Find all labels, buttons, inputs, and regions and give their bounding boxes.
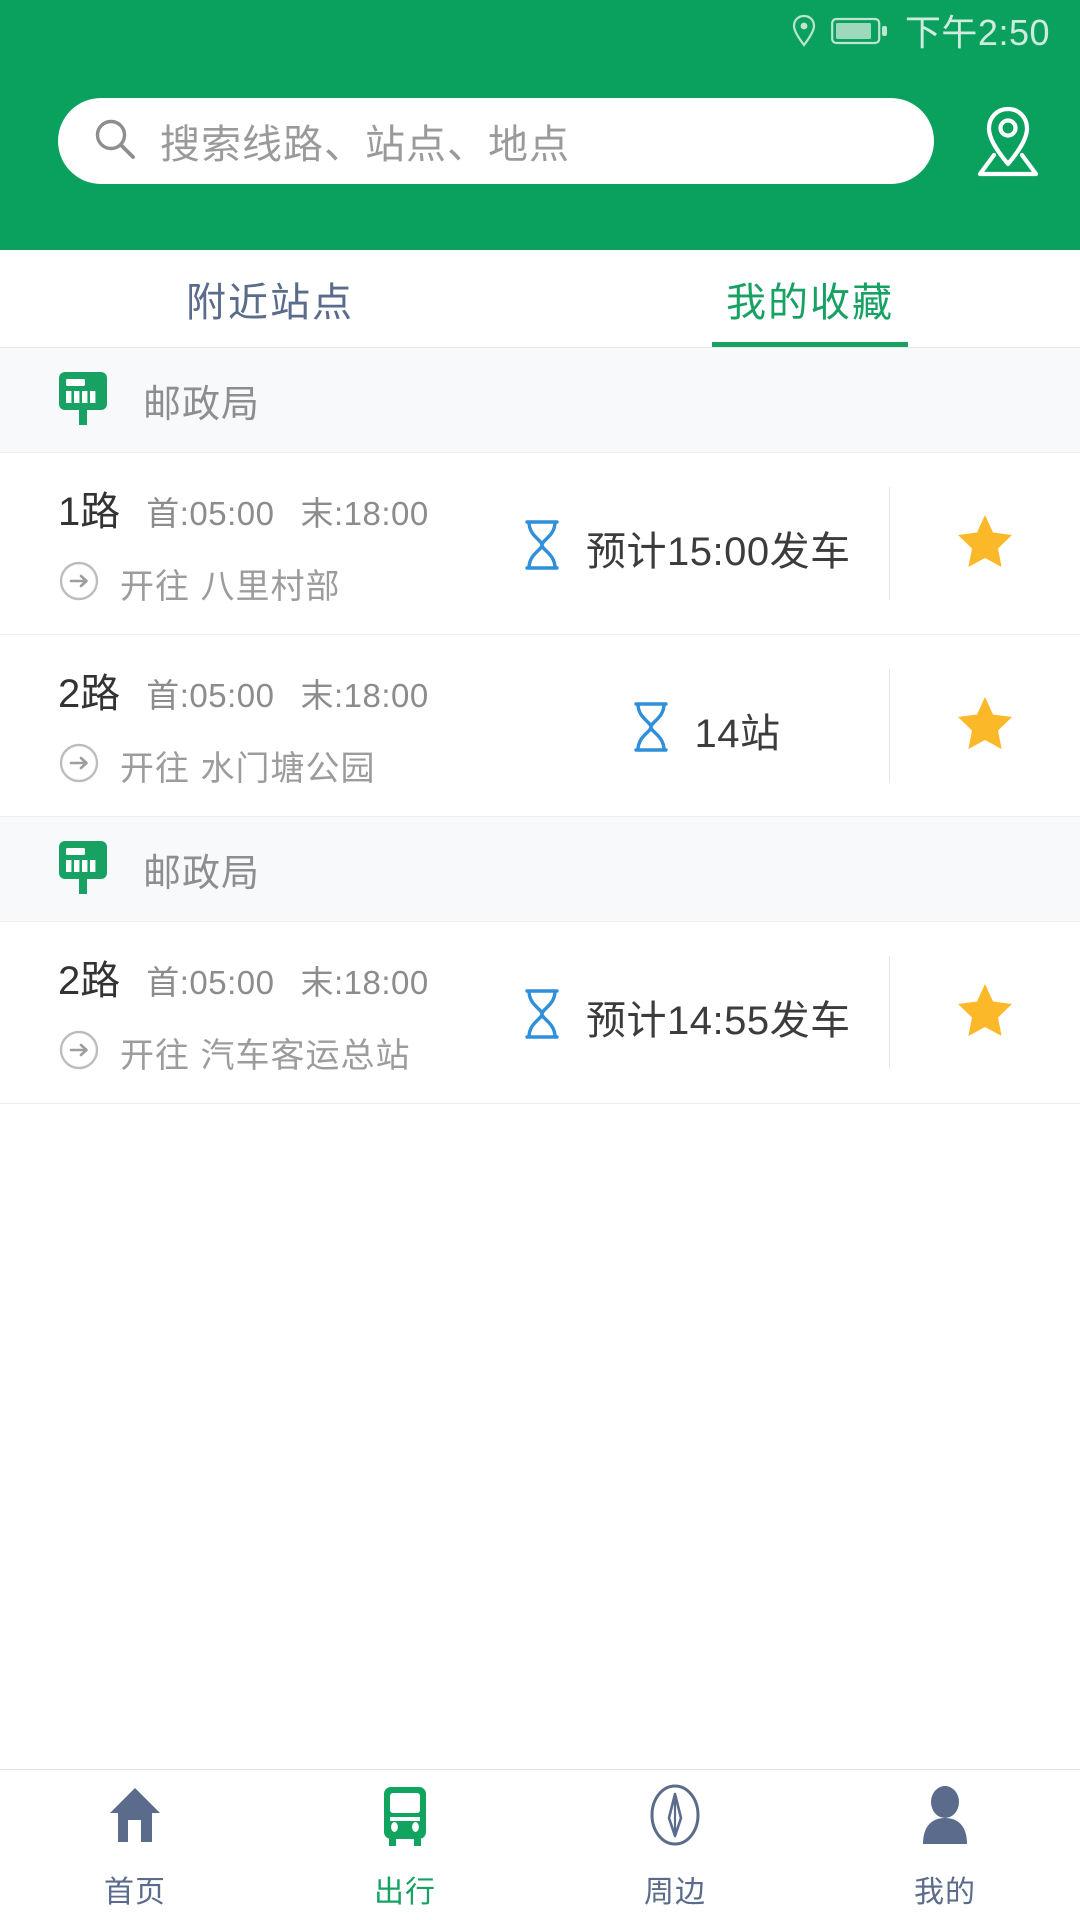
route-last-time: 末:18:00 [300, 964, 429, 1001]
hourglass-icon [629, 700, 673, 759]
favorites-list: 邮政局 1路 首:05:00 末:18:00 开往 八里村部 预计15:00发车… [0, 348, 1080, 1769]
favorite-toggle[interactable] [889, 956, 1080, 1069]
route-direction: 开往 汽车客运总站 [58, 1028, 520, 1077]
status-bar-time: 下午2:50 [904, 12, 1050, 53]
route-eta-text: 预计15:00发车 [586, 529, 851, 574]
route-summary: 2路 首:05:00 末:18:00 [58, 661, 520, 719]
home-icon [100, 1780, 170, 1855]
nav-label: 出行 [374, 1875, 436, 1909]
route-first-time: 首:05:00 [146, 677, 275, 714]
star-filled-icon[interactable] [956, 513, 1014, 574]
route-eta: 预计15:00发车 [520, 453, 889, 634]
nav-label: 周边 [644, 1875, 706, 1909]
bus-stop-sign-icon [55, 369, 111, 432]
bus-icon [370, 1780, 440, 1855]
route-summary: 2路 首:05:00 末:18:00 [58, 948, 520, 1006]
nav-label: 首页 [104, 1875, 166, 1909]
route-destination: 开往 汽车客运总站 [120, 1037, 411, 1075]
search-input[interactable]: 搜索线路、站点、地点 [58, 98, 934, 184]
route-eta-text: 14站 [694, 711, 781, 756]
battery-icon [831, 16, 891, 51]
route-info: 1路 首:05:00 末:18:00 开往 八里村部 [0, 453, 520, 634]
route-row[interactable]: 2路 首:05:00 末:18:00 开往 汽车客运总站 预计14:55发车 [0, 922, 1080, 1104]
route-destination: 开往 八里村部 [120, 568, 341, 606]
route-number: 2路 [58, 672, 121, 716]
nav-item-home[interactable]: 首页 [0, 1770, 270, 1920]
search-row: 搜索线路、站点、地点 [0, 66, 1080, 216]
route-eta-text: 预计14:55发车 [586, 998, 851, 1043]
tab-my-favorites[interactable]: 我的收藏 [540, 250, 1080, 347]
search-icon [92, 116, 138, 167]
arrow-right-circle-icon [58, 1029, 100, 1076]
arrow-right-circle-icon [58, 742, 100, 789]
route-eta: 预计14:55发车 [520, 922, 889, 1103]
tab-label: 附近站点 [186, 280, 354, 325]
star-filled-icon[interactable] [956, 695, 1014, 756]
route-direction: 开往 八里村部 [58, 559, 520, 608]
hourglass-icon [520, 518, 564, 577]
app-header: 下午2:50 搜索线路、站点、地点 [0, 0, 1080, 250]
route-last-time: 末:18:00 [300, 677, 429, 714]
route-number: 2路 [58, 959, 121, 1003]
tab-bar: 附近站点 我的收藏 [0, 250, 1080, 348]
route-eta: 14站 [520, 635, 889, 816]
nav-label: 我的 [914, 1875, 976, 1909]
star-filled-icon[interactable] [956, 982, 1014, 1043]
tab-nearby-stations[interactable]: 附近站点 [0, 250, 540, 347]
bottom-navigation: 首页 出行 周边 我的 [0, 1769, 1080, 1920]
route-info: 2路 首:05:00 末:18:00 开往 水门塘公园 [0, 635, 520, 816]
person-icon [910, 1780, 980, 1855]
arrow-right-circle-icon [58, 560, 100, 607]
favorite-toggle[interactable] [889, 669, 1080, 782]
station-name: 邮政局 [143, 852, 261, 895]
nav-item-nearby[interactable]: 周边 [540, 1770, 810, 1920]
route-direction: 开往 水门塘公园 [58, 741, 520, 790]
route-first-time: 首:05:00 [146, 964, 275, 1001]
favorite-toggle[interactable] [889, 487, 1080, 600]
route-first-time: 首:05:00 [146, 495, 275, 532]
hourglass-icon [520, 987, 564, 1046]
station-header[interactable]: 邮政局 [0, 348, 1080, 453]
tab-label: 我的收藏 [726, 280, 894, 325]
nav-item-travel[interactable]: 出行 [270, 1770, 540, 1920]
bus-stop-sign-icon [55, 838, 111, 901]
station-header[interactable]: 邮政局 [0, 817, 1080, 922]
route-summary: 1路 首:05:00 末:18:00 [58, 479, 520, 537]
map-pin-icon[interactable] [960, 93, 1056, 189]
station-name: 邮政局 [143, 383, 261, 426]
nav-item-profile[interactable]: 我的 [810, 1770, 1080, 1920]
route-number: 1路 [58, 490, 121, 534]
route-destination: 开往 水门塘公园 [120, 750, 376, 788]
route-row[interactable]: 1路 首:05:00 末:18:00 开往 八里村部 预计15:00发车 [0, 453, 1080, 635]
route-row[interactable]: 2路 首:05:00 末:18:00 开往 水门塘公园 14站 [0, 635, 1080, 817]
app-root: 下午2:50 搜索线路、站点、地点 附近站点 我的收藏 邮政局 1路 首:05:… [0, 0, 1080, 1920]
location-pin-icon [791, 14, 817, 53]
status-bar: 下午2:50 [0, 0, 1080, 66]
route-last-time: 末:18:00 [300, 495, 429, 532]
search-placeholder: 搜索线路、站点、地点 [160, 123, 570, 167]
compass-icon [640, 1780, 710, 1855]
route-info: 2路 首:05:00 末:18:00 开往 汽车客运总站 [0, 922, 520, 1103]
